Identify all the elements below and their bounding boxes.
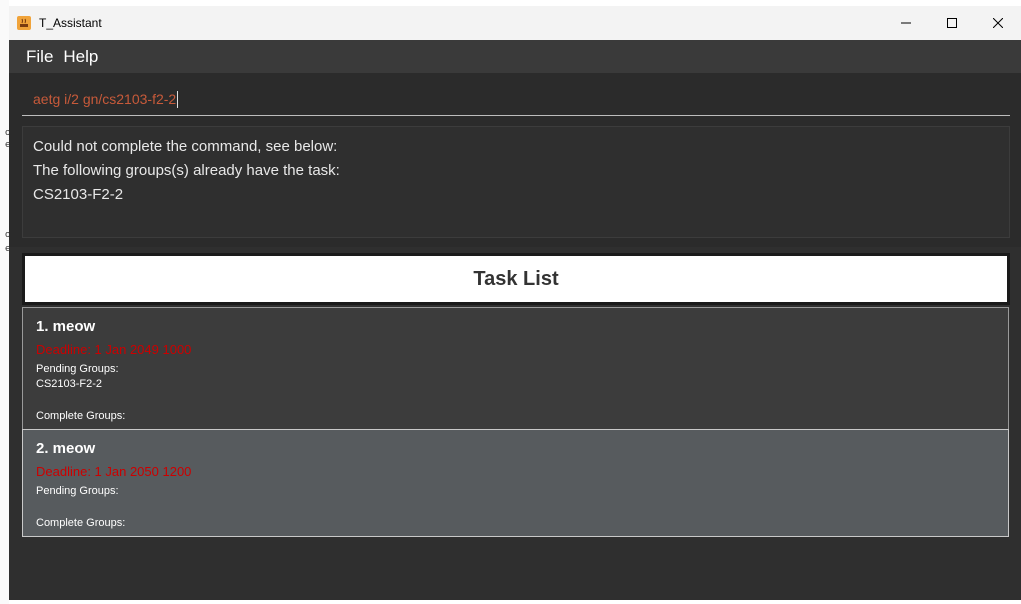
result-line: Could not complete the command, see belo… xyxy=(33,138,338,155)
close-button[interactable] xyxy=(975,6,1021,40)
task-list-panel: Task List 1. meow Deadline: 1 Jan 2049 1… xyxy=(9,247,1021,600)
task-deadline: Deadline: 1 Jan 2050 1200 xyxy=(36,464,192,479)
result-area: Could not complete the command, see belo… xyxy=(9,123,1021,247)
menu-bar: File Help xyxy=(9,40,1021,73)
java-app-icon xyxy=(17,16,31,30)
command-input[interactable]: aetg i/2 gn/cs2103-f2-2 xyxy=(22,83,1010,116)
task-list-title: Task List xyxy=(473,267,559,290)
result-line: CS2103-F2-2 xyxy=(33,186,124,203)
command-text: aetg i/2 gn/cs2103-f2-2 xyxy=(33,91,177,107)
result-display[interactable]: Could not complete the command, see belo… xyxy=(22,126,1010,238)
minimize-button[interactable] xyxy=(883,6,929,40)
minimize-icon xyxy=(901,22,911,24)
maximize-button[interactable] xyxy=(929,6,975,40)
background-window-edge: o e o e xyxy=(0,0,11,604)
pending-groups-label: Pending Groups: xyxy=(36,363,119,375)
command-area: aetg i/2 gn/cs2103-f2-2 xyxy=(9,73,1021,123)
menu-help[interactable]: Help xyxy=(58,47,103,67)
app-window: T_Assistant File Help aetg i/2 gn/cs2103… xyxy=(9,6,1021,600)
task-title: 1. meow xyxy=(36,318,96,335)
task-title: 2. meow xyxy=(36,440,96,457)
window-controls xyxy=(883,6,1021,40)
task-list-header: Task List xyxy=(22,253,1010,305)
close-icon xyxy=(993,18,1003,28)
task-deadline: Deadline: 1 Jan 2049 1000 xyxy=(36,342,192,357)
text-cursor xyxy=(177,90,179,108)
result-line: The following groups(s) already have the… xyxy=(33,162,340,179)
menu-file[interactable]: File xyxy=(21,47,58,67)
pending-groups-label: Pending Groups: xyxy=(36,485,119,497)
window-title: T_Assistant xyxy=(39,16,102,30)
title-bar[interactable]: T_Assistant xyxy=(9,6,1021,40)
pending-group-item: CS2103-F2-2 xyxy=(36,378,103,390)
complete-groups-label: Complete Groups: xyxy=(36,517,126,529)
task-card[interactable]: 2. meow Deadline: 1 Jan 2050 1200 Pendin… xyxy=(22,429,1009,537)
maximize-icon xyxy=(947,18,957,28)
complete-groups-label: Complete Groups: xyxy=(36,410,126,422)
task-card[interactable]: 1. meow Deadline: 1 Jan 2049 1000 Pendin… xyxy=(22,307,1009,430)
